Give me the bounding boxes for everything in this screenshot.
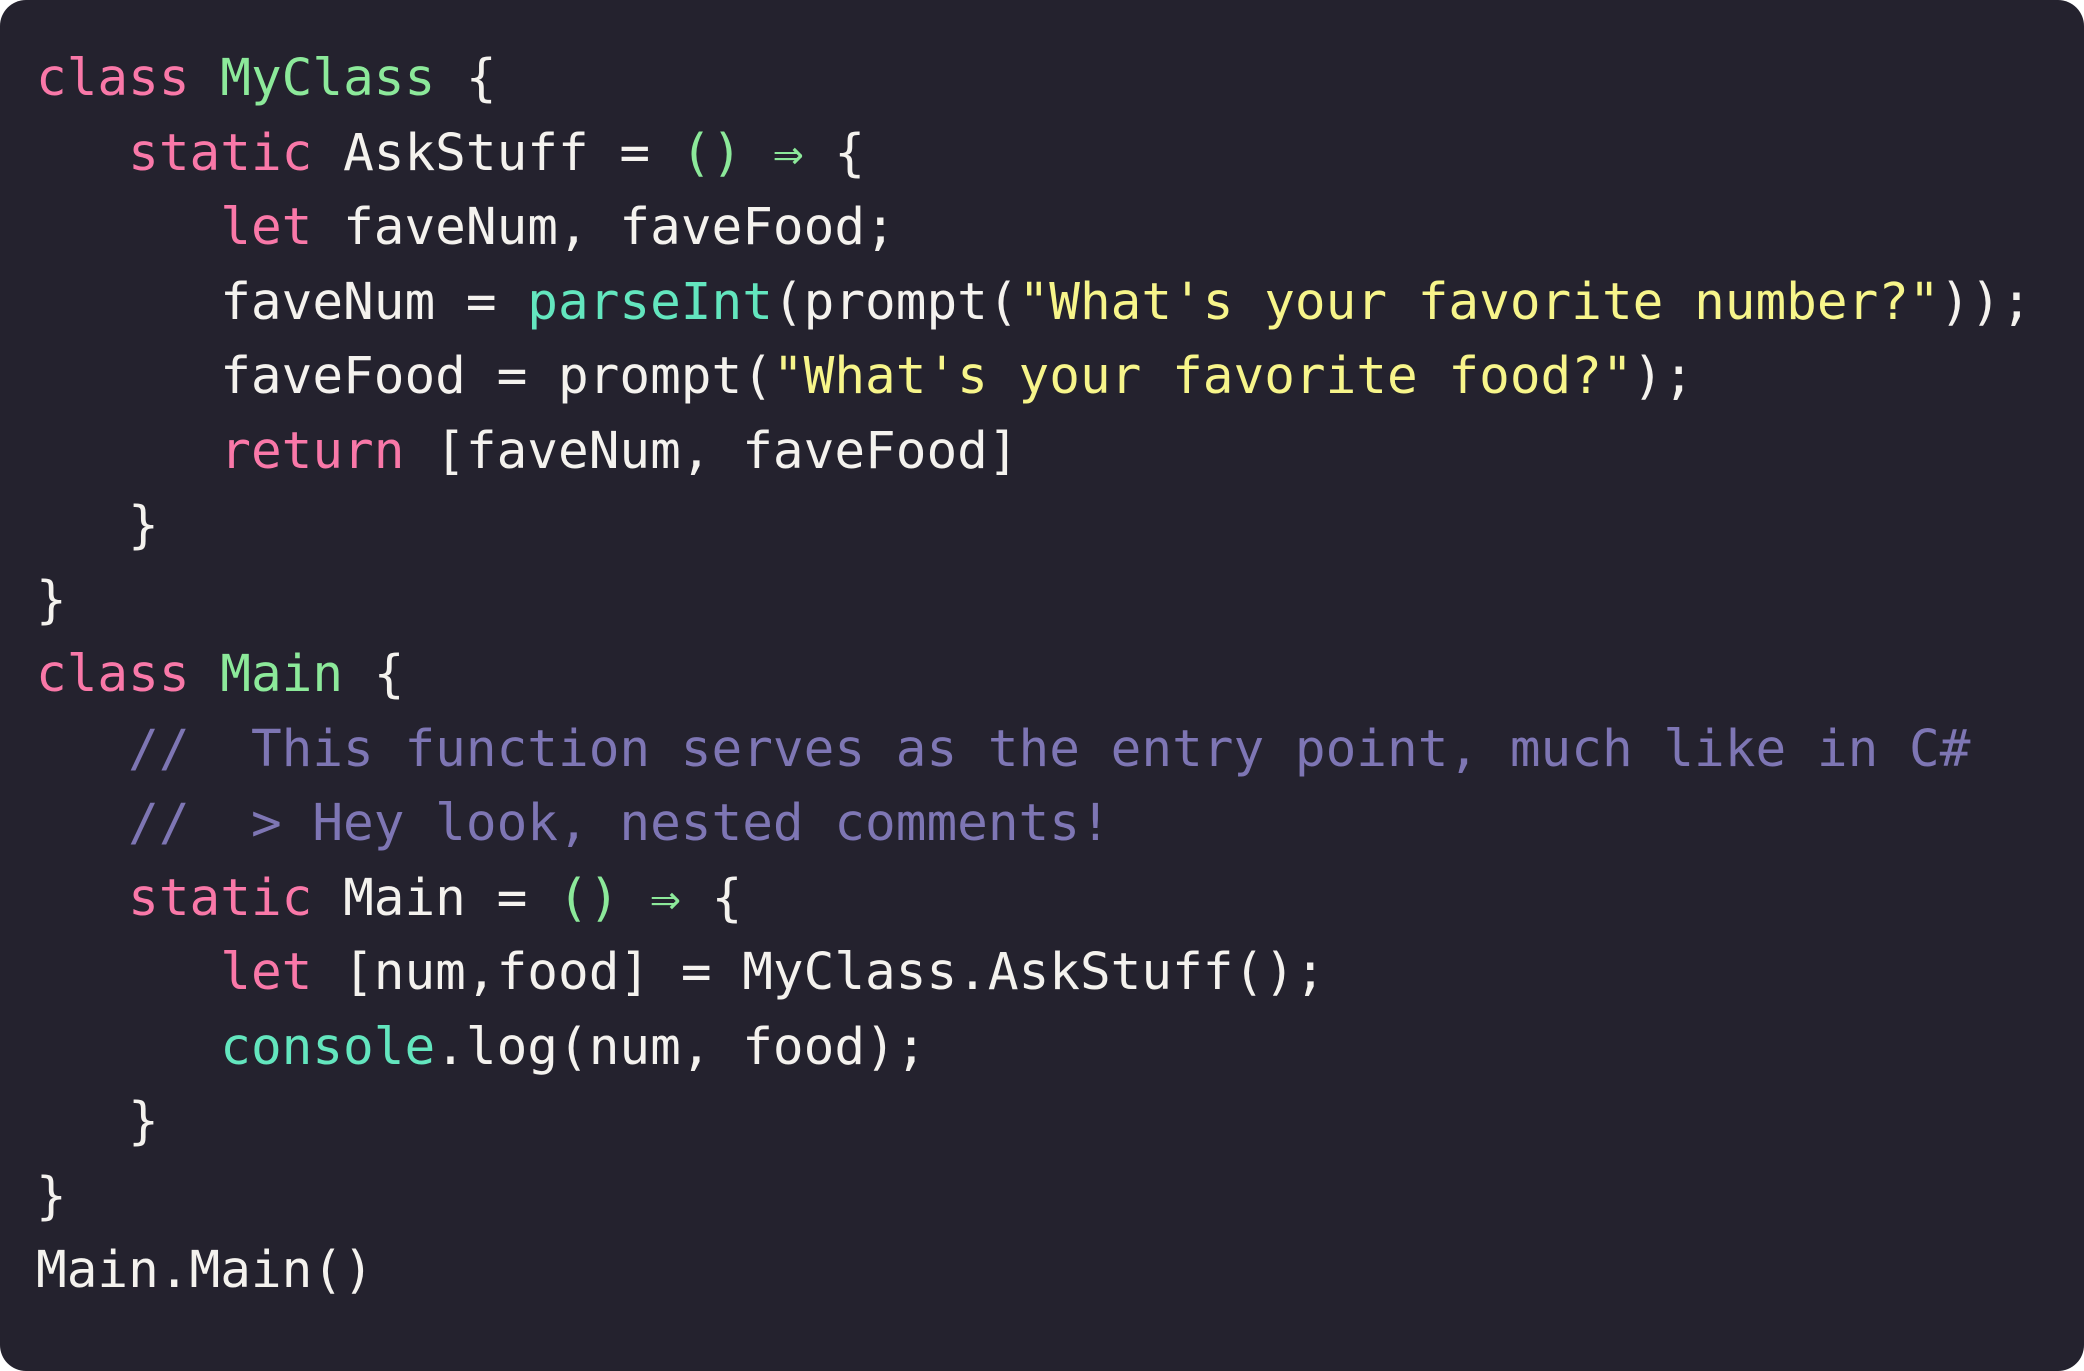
- code-line: }: [36, 1085, 2084, 1160]
- code-token-class-name: Main: [220, 645, 344, 704]
- code-token-plain: faveNum =: [36, 272, 528, 332]
- code-token-plain: faveFood = prompt(: [36, 347, 773, 406]
- code-token-plain: [faveNum, faveFood]: [404, 421, 1019, 481]
- code-token-string: "What's your favorite food?": [772, 347, 1633, 406]
- code-token-plain: Main =: [312, 868, 558, 928]
- code-line: static Main = () ⇒ {: [36, 862, 2084, 937]
- code-token-plain: }: [36, 496, 159, 555]
- code-token-plain: [num,food] = MyClass.AskStuff();: [312, 943, 1326, 1002]
- code-token-plain: (prompt(: [772, 272, 1019, 332]
- code-token-keyword: return: [220, 421, 405, 481]
- code-line: Main.Main(): [36, 1234, 2084, 1309]
- code-token-class-name: MyClass: [220, 49, 436, 108]
- code-token-string: "What's your favorite number?": [1018, 272, 1940, 332]
- code-line: let faveNum, faveFood;: [36, 191, 2084, 266]
- code-token-keyword: class: [36, 49, 190, 108]
- code-token-paren-green: (): [558, 868, 620, 928]
- code-token-keyword: let: [220, 198, 313, 257]
- code-token-plain: faveNum, faveFood;: [312, 198, 896, 257]
- code-line: return [faveNum, faveFood]: [36, 415, 2084, 490]
- code-token-plain: {: [680, 868, 743, 928]
- code-token-plain: ));: [1939, 272, 2032, 332]
- code-token-keyword: static: [128, 868, 313, 928]
- code-line: class MyClass {: [36, 42, 2084, 117]
- code-token-builtin: parseInt: [527, 272, 773, 332]
- code-line: }: [36, 489, 2084, 564]
- code-token-plain: }: [36, 570, 67, 630]
- code-token-plain: {: [343, 645, 405, 704]
- code-token-paren-green: (): [680, 123, 743, 183]
- code-line: static AskStuff = () ⇒ {: [36, 117, 2084, 192]
- code-token-comment: // This function serves as the entry poi…: [128, 719, 1971, 779]
- code-line: class Main {: [36, 638, 2084, 713]
- code-line: faveNum = parseInt(prompt("What's your f…: [36, 266, 2084, 341]
- code-token-builtin: console: [220, 1017, 436, 1077]
- code-token-keyword: class: [36, 645, 190, 704]
- code-line: faveFood = prompt("What's your favorite …: [36, 340, 2084, 415]
- code-token-plain: .log(num, food);: [435, 1017, 927, 1077]
- code-token-plain: {: [803, 123, 866, 183]
- code-token-plain: }: [36, 1166, 67, 1226]
- code-token-keyword: let: [220, 943, 313, 1002]
- code-token-arrow: ⇒: [650, 868, 681, 928]
- code-token-comment: // > Hey look, nested comments!: [128, 794, 1111, 853]
- code-token-keyword: static: [128, 123, 313, 183]
- code-block[interactable]: class MyClass { static AskStuff = () ⇒ {…: [36, 42, 2084, 1309]
- code-line: // This function serves as the entry poi…: [36, 713, 2084, 788]
- code-snippet-card: class MyClass { static AskStuff = () ⇒ {…: [0, 0, 2084, 1371]
- code-token-plain: Main.Main(): [36, 1241, 374, 1300]
- code-line: // > Hey look, nested comments!: [36, 787, 2084, 862]
- code-line: console.log(num, food);: [36, 1011, 2084, 1086]
- code-token-arrow: ⇒: [772, 123, 804, 183]
- code-token-plain: );: [1632, 347, 1695, 406]
- code-token-plain: {: [435, 49, 497, 108]
- code-line: }: [36, 564, 2084, 639]
- code-token-plain: }: [36, 1092, 159, 1151]
- code-line: let [num,food] = MyClass.AskStuff();: [36, 936, 2084, 1011]
- code-line: }: [36, 1160, 2084, 1235]
- code-token-plain: AskStuff =: [312, 123, 681, 183]
